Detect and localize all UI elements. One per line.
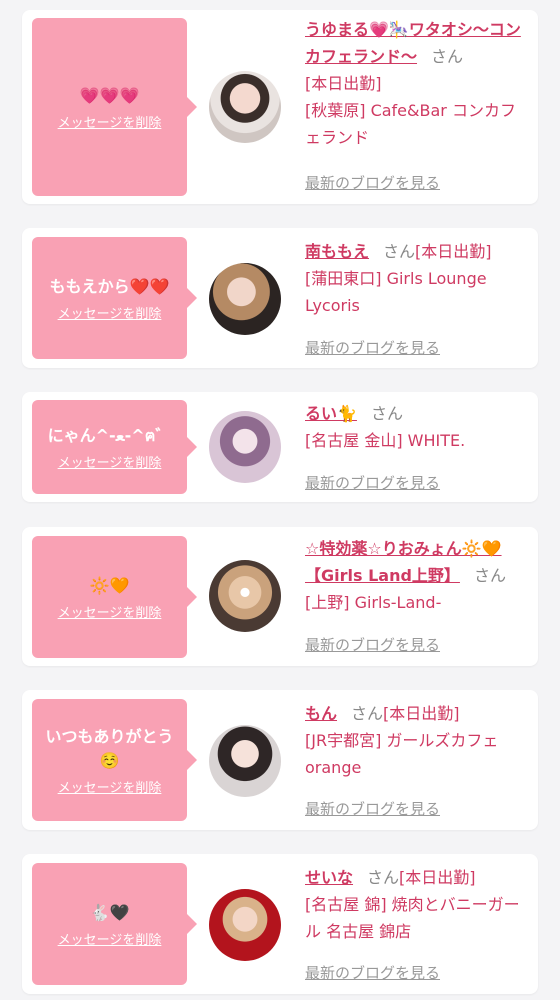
- message-card: いつもありがとう☺️ メッセージを削除 もん さん[本日出勤] [JR宇都宮] ガ…: [22, 690, 538, 830]
- cast-name-link[interactable]: 南ももえ: [305, 242, 369, 261]
- honorific-label: さん: [431, 47, 464, 66]
- cast-name-link[interactable]: るい🐈: [305, 404, 357, 423]
- delete-message-link[interactable]: メッセージを削除: [58, 303, 162, 322]
- shop-label: [JR宇都宮] ガールズカフェ orange: [305, 731, 499, 777]
- message-bubble: 🔆🧡 メッセージを削除: [32, 536, 197, 658]
- avatar[interactable]: [209, 71, 281, 143]
- message-bubble: いつもありがとう☺️ メッセージを削除: [32, 699, 197, 821]
- message-text: いつもありがとう☺️: [45, 726, 174, 770]
- shop-label: [秋葉原] Cafe&Bar コンカフェランド: [305, 101, 516, 147]
- latest-blog-link[interactable]: 最新のブログを見る: [305, 634, 440, 655]
- message-text: 🔆🧡: [89, 575, 130, 595]
- message-card: ももえから❤️❤️ メッセージを削除 南ももえ さん[本日出勤] [蒲田東口] G…: [22, 228, 538, 368]
- shop-label: [名古屋 錦] 焼肉とバニーガール 名古屋 錦店: [305, 895, 520, 941]
- message-list: 💗💗💗 メッセージを削除 うゆまる💗🎠ワタオシ〜コンカフェランド〜 さん [本日出…: [0, 0, 560, 1000]
- status-badge: [本日出勤]: [305, 74, 382, 93]
- honorific-label: さん: [367, 868, 400, 887]
- cast-name-link[interactable]: せいな: [305, 868, 353, 887]
- honorific-label: さん: [370, 404, 403, 423]
- avatar[interactable]: [209, 263, 281, 335]
- latest-blog-link[interactable]: 最新のブログを見る: [305, 172, 440, 193]
- status-badge: [本日出勤]: [399, 868, 476, 887]
- message-text: にゃん^-ﻌ-^ฅ゛: [47, 425, 172, 445]
- message-card: 💗💗💗 メッセージを削除 うゆまる💗🎠ワタオシ〜コンカフェランド〜 さん [本日出…: [22, 10, 538, 204]
- shop-label: [蒲田東口] Girls Lounge Lycoris: [305, 269, 487, 315]
- message-bubble: 💗💗💗 メッセージを削除: [32, 18, 197, 196]
- cast-name-link[interactable]: うゆまる💗🎠ワタオシ〜コンカフェランド〜: [305, 20, 521, 66]
- avatar[interactable]: [209, 725, 281, 797]
- latest-blog-link[interactable]: 最新のブログを見る: [305, 472, 440, 493]
- latest-blog-link[interactable]: 最新のブログを見る: [305, 798, 440, 819]
- honorific-label: さん: [351, 704, 384, 723]
- honorific-label: さん: [473, 566, 506, 585]
- message-card: 🐇🖤 メッセージを削除 せいな さん[本日出勤] [名古屋 錦] 焼肉とバニーガー…: [22, 854, 538, 994]
- message-bubble: にゃん^-ﻌ-^ฅ゛ メッセージを削除: [32, 400, 197, 494]
- status-badge: [本日出勤]: [383, 704, 460, 723]
- delete-message-link[interactable]: メッセージを削除: [58, 452, 162, 471]
- message-card: 🔆🧡 メッセージを削除 ☆特効薬☆りおみょん🔆🧡【Girls Land上野】 さん…: [22, 527, 538, 666]
- message-card: にゃん^-ﻌ-^ฅ゛ メッセージを削除 るい🐈 さん [名古屋 金山] WHITE…: [22, 392, 538, 502]
- latest-blog-link[interactable]: 最新のブログを見る: [305, 337, 440, 358]
- avatar[interactable]: [209, 411, 281, 483]
- avatar[interactable]: [209, 889, 281, 961]
- message-text: 🐇🖤: [89, 902, 130, 922]
- delete-message-link[interactable]: メッセージを削除: [58, 112, 162, 131]
- message-text: 💗💗💗: [79, 85, 140, 105]
- shop-label: [名古屋 金山] WHITE.: [305, 431, 466, 450]
- honorific-label: さん: [383, 242, 416, 261]
- cast-name-link[interactable]: ☆特効薬☆りおみょん🔆🧡【Girls Land上野】: [305, 539, 502, 585]
- message-bubble: 🐇🖤 メッセージを削除: [32, 863, 197, 985]
- latest-blog-link[interactable]: 最新のブログを見る: [305, 962, 440, 983]
- delete-message-link[interactable]: メッセージを削除: [58, 602, 162, 621]
- shop-label: [上野] Girls-Land-: [305, 593, 442, 612]
- delete-message-link[interactable]: メッセージを削除: [58, 777, 162, 796]
- status-badge: [本日出勤]: [415, 242, 492, 261]
- cast-name-link[interactable]: もん: [305, 704, 337, 723]
- message-text: ももえから❤️❤️: [49, 276, 170, 296]
- delete-message-link[interactable]: メッセージを削除: [58, 929, 162, 948]
- message-bubble: ももえから❤️❤️ メッセージを削除: [32, 237, 197, 359]
- avatar[interactable]: [209, 560, 281, 632]
